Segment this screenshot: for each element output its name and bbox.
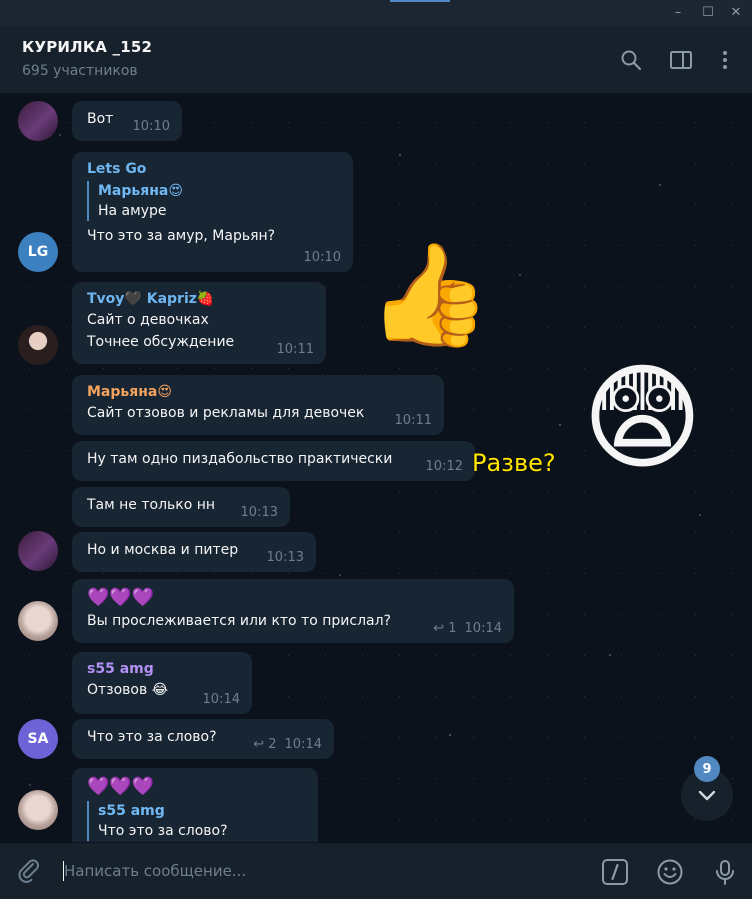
message-bubble[interactable]: Tvoy🖤 Kapriz🍓 Сайт о девочках Точнее обс… (72, 282, 326, 364)
replies-counter[interactable]: ↩ 1 (433, 621, 456, 636)
chevron-down-icon (698, 790, 716, 801)
message-text: Ну там одно пиздабольство практически (87, 451, 393, 467)
message-bubble[interactable]: Марьяна😍 Сайт отзовов и рекламы для дево… (72, 375, 444, 435)
avatar[interactable] (18, 601, 58, 641)
message-bubble[interactable]: Там не только нн 10:13 (72, 487, 290, 527)
message-text: Сайт отзовов и рекламы для девочек (87, 405, 365, 421)
search-icon[interactable] (619, 48, 643, 72)
message-meta: ↩ 1 10:14 (433, 621, 502, 636)
more-menu-icon[interactable] (713, 48, 737, 72)
sender-name[interactable]: Марьяна😍 (87, 382, 432, 402)
message-time: 10:14 (464, 621, 502, 636)
titlebar-accent (390, 0, 450, 2)
message-emoji: 💜💜💜 (87, 776, 155, 797)
unread-badge: 9 (694, 756, 720, 782)
sender-name[interactable]: Lets Go (87, 159, 341, 179)
reply-text: Что это за слово? (98, 823, 228, 839)
message-bubble[interactable]: Что это за слово? ↩ 2 10:14 (72, 719, 334, 759)
avatar[interactable]: SA (18, 719, 58, 759)
avatar[interactable] (18, 531, 58, 571)
message-bubble[interactable]: 💜💜💜 s55 amg Что это за слово? (72, 768, 318, 842)
message-time: 10:12 (425, 459, 463, 474)
avatar[interactable] (18, 790, 58, 830)
message-composer[interactable] (0, 842, 752, 899)
chat-title[interactable]: КУРИЛКА _152 (22, 38, 152, 56)
attach-icon[interactable] (16, 858, 44, 886)
message-time: 10:10 (303, 250, 341, 265)
message-time: 10:14 (284, 737, 322, 752)
message-bubble[interactable]: Но и москва и питер 10:13 (72, 532, 316, 572)
message-time: 10:13 (240, 505, 278, 520)
avatar[interactable] (18, 101, 58, 141)
thumbs-up-sticker[interactable]: 👍 (367, 245, 492, 345)
bot-commands-icon[interactable] (601, 858, 629, 886)
message-emoji: 💜💜💜 (87, 587, 155, 608)
message-bubble[interactable]: Вот 10:10 (72, 101, 182, 141)
sender-name[interactable]: s55 amg (87, 659, 240, 679)
message-time: 10:11 (394, 413, 432, 428)
message-bubble[interactable]: Ну там одно пиздабольство практически 10… (72, 441, 475, 481)
reply-text: На амуре (98, 203, 167, 219)
avatar[interactable] (18, 325, 58, 365)
replies-count: 1 (448, 621, 457, 636)
message-time: 10:13 (266, 550, 304, 565)
avatar[interactable]: LG (18, 232, 58, 272)
message-input[interactable] (64, 857, 564, 885)
message-bubble[interactable]: s55 amg Отзовов 😂 10:14 (72, 652, 252, 714)
message-list[interactable]: Вот 10:10 Lets Go Марьяна😍 На амуре Что … (0, 95, 752, 842)
minimize-button[interactable]: – (668, 4, 688, 22)
replies-count: 2 (268, 737, 277, 752)
sticker-caption: Разве? (472, 449, 556, 477)
maximize-button[interactable]: ☐ (698, 4, 718, 22)
reply-quote[interactable]: s55 amg Что это за слово? (87, 801, 306, 841)
member-count: 695 участников (22, 63, 138, 79)
message-time: 10:10 (132, 119, 170, 134)
reply-name: s55 amg (98, 803, 165, 819)
message-time: 10:14 (202, 692, 240, 707)
message-time: 10:11 (276, 342, 314, 357)
sender-name[interactable]: Tvoy🖤 Kapriz🍓 (87, 289, 314, 309)
message-text: Что это за амур, Марьян? (87, 228, 276, 244)
message-bubble[interactable]: 💜💜💜 Вы прослеживается или кто то прислал… (72, 579, 514, 643)
chat-header[interactable]: КУРИЛКА _152 695 участников (0, 26, 752, 94)
microphone-icon[interactable] (711, 858, 739, 886)
close-button[interactable]: ✕ (726, 4, 746, 22)
reply-quote[interactable]: Марьяна😍 На амуре (87, 181, 341, 221)
scared-face-sticker[interactable]: 😨 (582, 357, 703, 481)
message-meta: ↩ 2 10:14 (253, 737, 322, 752)
sidebar-toggle-icon[interactable] (669, 48, 693, 72)
emoji-icon[interactable] (656, 858, 684, 886)
window-titlebar: – ☐ ✕ (0, 0, 752, 26)
reply-name: Марьяна😍 (98, 183, 183, 199)
message-text: Сайт о девочках (87, 312, 209, 328)
message-bubble[interactable]: Lets Go Марьяна😍 На амуре Что это за аму… (72, 152, 353, 272)
replies-counter[interactable]: ↩ 2 (253, 737, 276, 752)
